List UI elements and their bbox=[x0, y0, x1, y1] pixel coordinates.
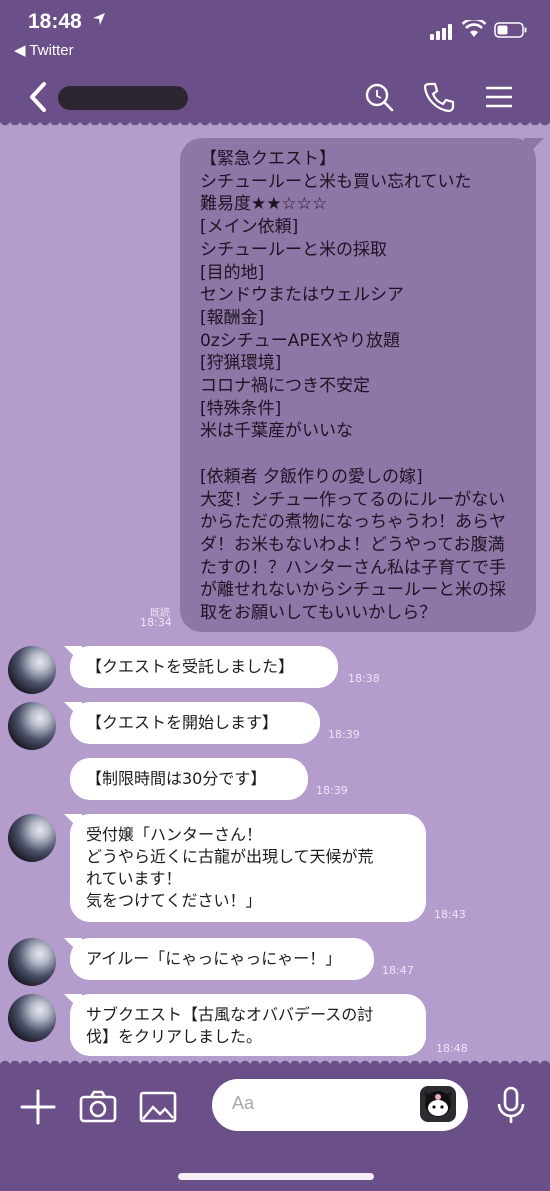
contact-avatar[interactable] bbox=[8, 814, 56, 862]
contact-avatar[interactable] bbox=[8, 646, 56, 694]
incoming-message-bubble[interactable]: アイルー「にゃっにゃっにゃー！」 bbox=[70, 938, 374, 980]
incoming-message-time: 18:47 bbox=[382, 964, 414, 977]
cellular-signal-icon bbox=[430, 24, 452, 40]
incoming-message-time: 18:38 bbox=[348, 672, 380, 685]
incoming-message-time: 18:39 bbox=[316, 784, 348, 797]
back-to-twitter-link[interactable]: ◀ Twitter bbox=[14, 41, 74, 59]
header-scallop-trim bbox=[0, 120, 550, 130]
contact-name-redacted bbox=[58, 86, 188, 110]
status-bar: 18:48 ◀ Twitter bbox=[0, 0, 550, 72]
phone-icon[interactable] bbox=[422, 80, 456, 114]
home-indicator[interactable] bbox=[178, 1173, 374, 1180]
outgoing-message-bubble[interactable]: 【緊急クエスト】 シチュールーと米も買い忘れていた 難易度★★☆☆☆ [メイン依… bbox=[180, 138, 536, 632]
status-time: 18:48 bbox=[28, 10, 82, 33]
wifi-icon bbox=[462, 20, 486, 37]
message-input-placeholder: Aa bbox=[232, 1093, 255, 1113]
microphone-icon[interactable] bbox=[494, 1085, 528, 1125]
incoming-message-time: 18:43 bbox=[434, 908, 466, 921]
outgoing-message-text: 【緊急クエスト】 シチュールーと米も買い忘れていた 難易度★★☆☆☆ [メイン依… bbox=[200, 149, 506, 624]
incoming-message-time: 18:39 bbox=[328, 728, 360, 741]
camera-icon[interactable] bbox=[78, 1087, 118, 1127]
contact-avatar[interactable] bbox=[8, 702, 56, 750]
outgoing-message-time: 18:34 bbox=[140, 616, 172, 629]
plus-icon[interactable] bbox=[18, 1087, 58, 1127]
chat-header bbox=[0, 72, 550, 122]
incoming-message-time: 18:48 bbox=[436, 1042, 468, 1055]
contact-avatar[interactable] bbox=[8, 994, 56, 1042]
incoming-message-bubble[interactable]: 【クエストを開始します】 bbox=[70, 702, 320, 744]
incoming-message-bubble[interactable]: 受付嬢「ハンターさん！ どうやら近くに古龍が出現して天候が荒 れています！ 気を… bbox=[70, 814, 426, 922]
location-arrow-icon bbox=[93, 13, 105, 25]
incoming-message-bubble[interactable]: サブクエスト【古風なオババデースの討 伐】をクリアしました。 bbox=[70, 994, 426, 1056]
incoming-message-bubble[interactable]: 【制限時間は30分です】 bbox=[70, 758, 308, 800]
contact-avatar[interactable] bbox=[8, 938, 56, 986]
message-input-bar: Aa bbox=[0, 1065, 550, 1191]
image-icon[interactable] bbox=[138, 1087, 178, 1127]
search-icon[interactable] bbox=[362, 80, 396, 114]
menu-icon[interactable] bbox=[482, 80, 516, 114]
sticker-icon[interactable] bbox=[420, 1086, 456, 1122]
back-chevron-icon[interactable] bbox=[26, 80, 52, 114]
incoming-message-bubble[interactable]: 【クエストを受託しました】 bbox=[70, 646, 338, 688]
battery-icon bbox=[494, 22, 527, 38]
